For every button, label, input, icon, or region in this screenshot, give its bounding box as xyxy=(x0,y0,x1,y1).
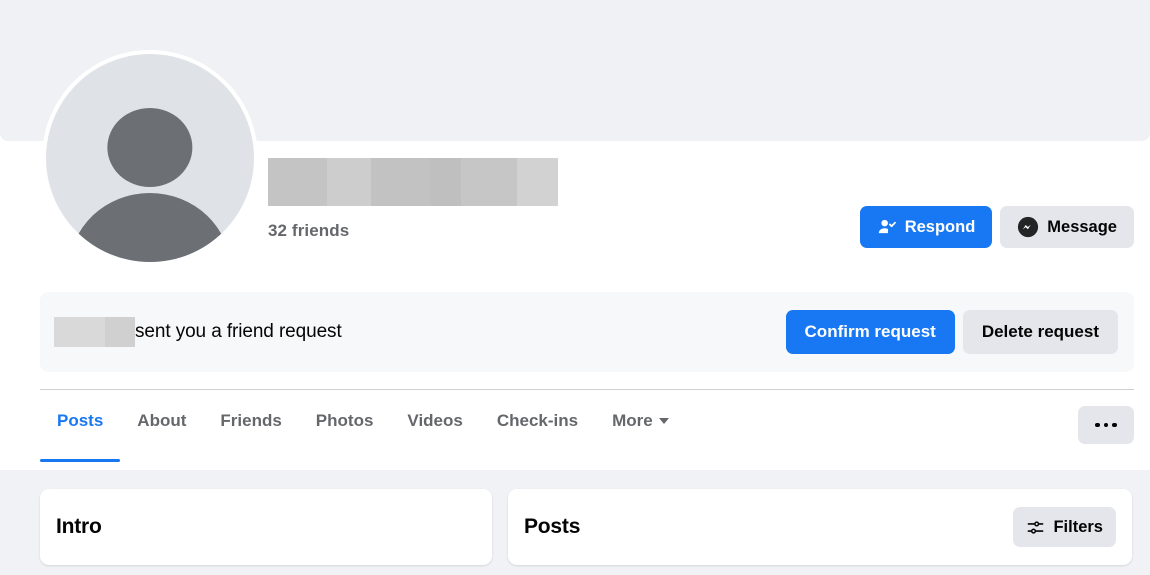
ellipsis-horizontal-icon xyxy=(1095,422,1117,428)
filters-button[interactable]: Filters xyxy=(1013,507,1116,547)
friend-request-banner: sent you a friend request Confirm reques… xyxy=(40,292,1134,372)
intro-card: Intro xyxy=(40,489,492,565)
tab-about[interactable]: About xyxy=(120,390,203,462)
profile-name-redacted xyxy=(268,158,558,206)
tab-check-ins[interactable]: Check-ins xyxy=(480,390,595,462)
friend-request-actions: Confirm request Delete request xyxy=(785,310,1118,354)
requester-name-redacted xyxy=(54,317,135,347)
profile-avatar[interactable] xyxy=(42,50,258,266)
profile-action-buttons: Respond Message xyxy=(859,206,1134,248)
tab-more-label: More xyxy=(612,410,653,430)
tab-photos[interactable]: Photos xyxy=(299,390,391,462)
friend-request-message: sent you a friend request xyxy=(54,317,342,347)
tab-check-ins-label: Check-ins xyxy=(496,410,579,430)
sliders-icon xyxy=(1026,518,1045,537)
filters-button-label: Filters xyxy=(1053,517,1103,536)
default-person-avatar-icon xyxy=(46,54,254,262)
tab-friends-label: Friends xyxy=(220,410,282,430)
respond-button[interactable]: Respond xyxy=(859,206,993,248)
posts-card: Posts Filters xyxy=(508,489,1132,565)
delete-request-button[interactable]: Delete request xyxy=(962,310,1118,354)
messenger-icon xyxy=(1017,216,1039,238)
message-button-label: Message xyxy=(1047,217,1117,236)
person-check-icon xyxy=(877,217,897,237)
message-button[interactable]: Message xyxy=(1000,206,1134,248)
tab-videos-label: Videos xyxy=(407,410,463,430)
friend-request-text: sent you a friend request xyxy=(135,321,342,342)
avatar-body-shape xyxy=(68,193,232,262)
more-options-button[interactable] xyxy=(1078,406,1134,444)
profile-tab-list: Posts About Friends Photos Videos Check-… xyxy=(40,390,686,462)
tab-posts-label: Posts xyxy=(57,410,104,430)
intro-card-title: Intro xyxy=(56,515,102,538)
confirm-request-button[interactable]: Confirm request xyxy=(785,310,955,354)
respond-button-label: Respond xyxy=(904,217,976,236)
content-cards: Intro Posts Filters xyxy=(40,489,1136,565)
friend-count[interactable]: 32 friends xyxy=(268,221,558,241)
tab-photos-label: Photos xyxy=(315,410,374,430)
avatar-head-shape xyxy=(107,108,193,188)
chevron-down-icon xyxy=(658,417,669,424)
tab-friends[interactable]: Friends xyxy=(203,390,298,462)
profile-header-surface: 32 friends Respond Message sent you a fr… xyxy=(0,0,1150,470)
profile-identity: 32 friends xyxy=(268,158,558,241)
tab-videos[interactable]: Videos xyxy=(390,390,479,462)
profile-nav: Posts About Friends Photos Videos Check-… xyxy=(40,390,1134,462)
tab-about-label: About xyxy=(137,410,187,430)
posts-card-title: Posts xyxy=(524,515,581,538)
tab-more[interactable]: More xyxy=(595,390,686,462)
tab-posts[interactable]: Posts xyxy=(40,390,121,462)
